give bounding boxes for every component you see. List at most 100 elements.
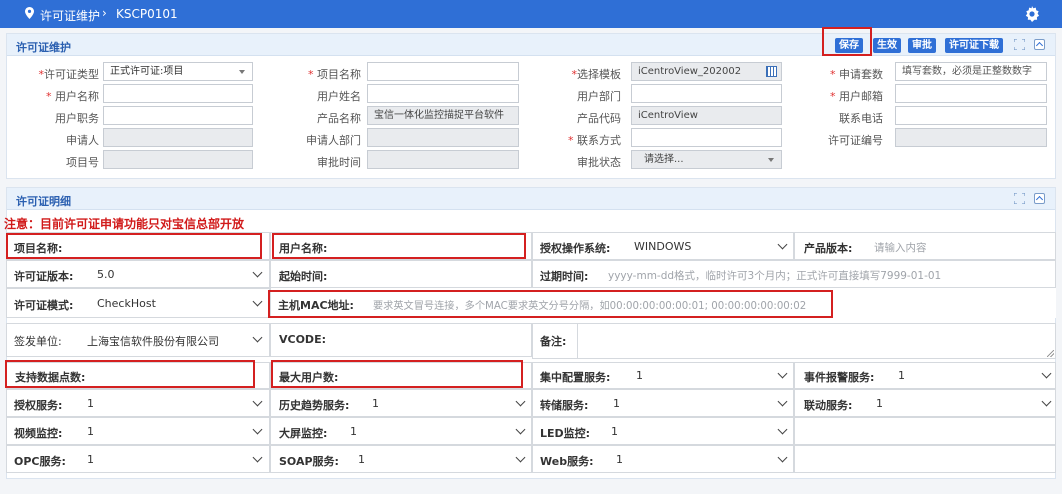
panel-header: 许可证维护 保存 生效 审批 许可证下载	[7, 34, 1055, 56]
breadcrumb-title[interactable]: 许可证维护	[40, 7, 100, 24]
start-time-label: 起始时间:	[279, 270, 328, 283]
history-trend-label: 历史趋势服务:	[279, 399, 350, 412]
bigscreen-monitor-label: 大屏监控:	[279, 427, 328, 440]
user-fullname-label: 用户姓名	[317, 90, 361, 103]
select-template-value: iCentroView_202002	[638, 66, 742, 77]
license-type-select[interactable]: 正式许可证:项目	[103, 62, 253, 81]
auth-os-value[interactable]: WINDOWS	[634, 240, 691, 253]
license-maintenance-panel: 许可证维护 保存 生效 审批 许可证下载 *许可证类型 正式许可证:项目 * 项…	[6, 27, 1056, 179]
linkage-service-label: 联动服务:	[804, 399, 853, 412]
top-bar: 许可证维护 › KSCP0101	[0, 0, 1062, 28]
expire-time-label: 过期时间:	[540, 270, 589, 283]
user-email-input[interactable]	[895, 84, 1047, 103]
issuer-label: 签发单位:	[14, 335, 62, 348]
contact-phone-label: 联系电话	[839, 112, 883, 125]
auth-os-label: 授权操作系统:	[540, 242, 611, 255]
led-monitor-value[interactable]: 1	[611, 425, 618, 438]
user-dept-label: 用户部门	[577, 90, 621, 103]
soap-service-label: SOAP服务:	[279, 455, 339, 468]
project-name-input[interactable]	[367, 62, 519, 81]
contact-method-input[interactable]	[631, 128, 782, 147]
breadcrumb-chevron-icon: ›	[102, 6, 107, 20]
vcode-label: VCODE:	[279, 333, 326, 346]
bigscreen-monitor-value[interactable]: 1	[350, 425, 357, 438]
product-version-input[interactable]: 请输入内容	[874, 240, 927, 255]
data-points-highlight-box	[5, 360, 255, 388]
license-version-value[interactable]: 5.0	[97, 268, 115, 281]
select-template-input[interactable]: iCentroView_202002	[631, 62, 782, 81]
project-name-highlight-box	[6, 233, 262, 259]
event-alarm-value[interactable]: 1	[898, 369, 905, 382]
license-no-label: 许可证编号	[828, 134, 883, 147]
storage-service-value[interactable]: 1	[613, 397, 620, 410]
approve-time-label: 审批时间	[317, 156, 361, 169]
expand-icon[interactable]	[1014, 193, 1025, 204]
user-title-label: 用户职务	[55, 112, 99, 125]
product-name-input: 宝信一体化监控描捉平台软件	[367, 106, 519, 125]
collapse-icon[interactable]	[1034, 39, 1045, 50]
panel-header: 许可证明细	[7, 188, 1055, 210]
remark-label: 备注:	[540, 335, 567, 348]
user-name-highlight-box	[272, 233, 526, 259]
video-monitor-value[interactable]: 1	[87, 425, 94, 438]
video-monitor-label: 视频监控:	[14, 427, 63, 440]
applicant-label: 申请人	[66, 134, 99, 147]
approve-button[interactable]: 审批	[908, 38, 936, 53]
event-alarm-label: 事件报警服务:	[804, 371, 875, 384]
expand-icon[interactable]	[1014, 39, 1025, 50]
central-config-label: 集中配置服务:	[540, 371, 611, 384]
contact-phone-input[interactable]	[895, 106, 1047, 125]
contact-method-label: * 联系方式	[568, 134, 621, 147]
history-trend-value[interactable]: 1	[372, 397, 379, 410]
issuer-value[interactable]: 上海宝信软件股份有限公司	[87, 333, 219, 349]
license-no-input	[895, 128, 1047, 147]
auth-service-label: 授权服务:	[14, 399, 63, 412]
product-version-label: 产品版本:	[804, 242, 853, 255]
expire-time-input[interactable]: yyyy-mm-dd格式，临时许可3个月内；正式许可直接填写7999-01-01	[608, 268, 941, 283]
linkage-service-value[interactable]: 1	[876, 397, 883, 410]
web-service-value[interactable]: 1	[616, 453, 623, 466]
license-mode-value[interactable]: CheckHost	[97, 297, 156, 310]
panel-title: 许可证维护	[16, 41, 71, 54]
user-name-input[interactable]	[103, 84, 253, 103]
resize-grip-icon[interactable]	[1047, 350, 1054, 357]
gear-icon[interactable]	[1024, 6, 1040, 22]
license-mode-label: 许可证模式:	[14, 299, 74, 312]
location-pin-icon	[25, 7, 34, 19]
collapse-icon[interactable]	[1034, 193, 1045, 204]
calendar-icon[interactable]	[766, 66, 777, 77]
web-service-label: Web服务:	[540, 455, 594, 468]
license-download-button[interactable]: 许可证下载	[945, 38, 1003, 53]
approve-status-select[interactable]: 请选择...	[631, 150, 782, 169]
central-config-value[interactable]: 1	[636, 369, 643, 382]
product-code-label: 产品代码	[577, 112, 621, 125]
led-monitor-label: LED监控:	[540, 427, 591, 440]
empty-cell	[794, 417, 1056, 445]
activate-button[interactable]: 生效	[873, 38, 901, 53]
save-highlight-box	[822, 27, 872, 56]
breadcrumb-code: KSCP0101	[116, 7, 178, 21]
opc-service-value[interactable]: 1	[87, 453, 94, 466]
user-dept-input[interactable]	[631, 84, 782, 103]
user-title-input[interactable]	[103, 106, 253, 125]
applicant-dept-input	[367, 128, 519, 147]
license-type-label: *许可证类型	[38, 68, 100, 81]
applicant-input	[103, 128, 253, 147]
approve-status-label: 审批状态	[577, 156, 621, 169]
mac-address-highlight-box	[268, 290, 833, 318]
apply-count-input[interactable]: 填写套数，必须是正整数数字	[895, 62, 1047, 81]
empty-cell	[794, 445, 1056, 473]
max-users-highlight-box	[271, 360, 523, 388]
project-no-input	[103, 150, 253, 169]
soap-service-value[interactable]: 1	[358, 453, 365, 466]
panel-title: 许可证明细	[16, 195, 71, 208]
license-version-label: 许可证版本:	[14, 270, 74, 283]
user-fullname-input[interactable]	[367, 84, 519, 103]
auth-service-value[interactable]: 1	[87, 397, 94, 410]
storage-service-label: 转储服务:	[540, 399, 589, 412]
project-name-label: * 项目名称	[308, 68, 361, 81]
remark-textarea[interactable]	[577, 323, 1056, 359]
notice-text: 注意：目前许可证申请功能只对宝信总部开放	[4, 217, 245, 231]
approve-time-input	[367, 150, 519, 169]
user-email-label: * 用户邮箱	[830, 90, 883, 103]
